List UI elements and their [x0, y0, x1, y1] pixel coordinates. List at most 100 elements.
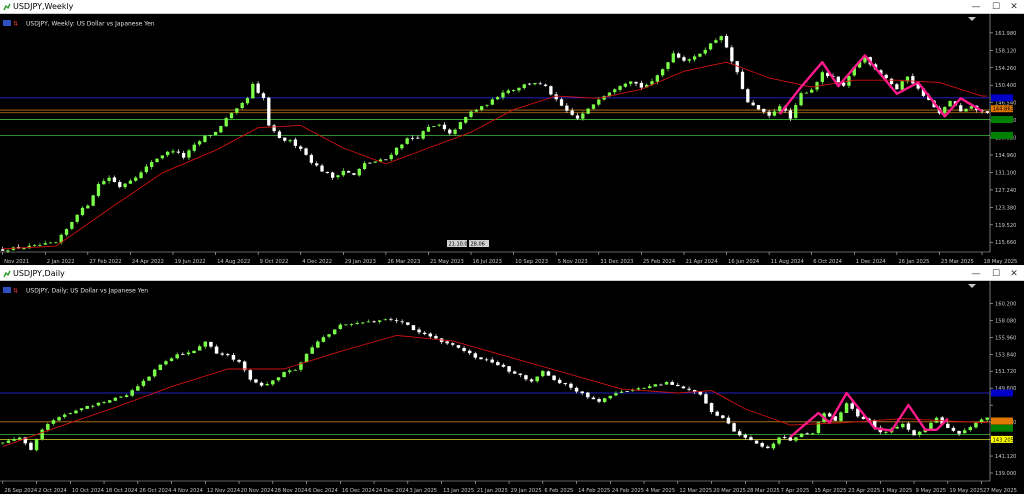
time-tick-label: 9 Oct 2022	[260, 259, 289, 265]
candle	[51, 419, 56, 426]
candle	[948, 100, 952, 107]
candle	[421, 130, 425, 140]
candle-body	[704, 394, 708, 404]
maximize-button[interactable]: ☐	[990, 268, 1002, 280]
candle	[150, 159, 154, 170]
candle-body	[152, 369, 157, 377]
candle	[355, 320, 359, 325]
candle	[917, 431, 922, 438]
candle-body	[756, 105, 761, 110]
candle	[406, 322, 410, 326]
candle-body	[676, 53, 681, 58]
candle-body	[445, 341, 449, 344]
candle	[124, 393, 129, 398]
candle-body	[687, 59, 691, 61]
candle-body	[799, 433, 804, 438]
candle-body	[48, 242, 53, 244]
candle-body	[147, 376, 151, 381]
candle-body	[522, 84, 526, 89]
time-tick-label: 1 Dec 2024	[856, 259, 887, 265]
price-tag-background	[991, 417, 1013, 425]
candle	[214, 344, 219, 354]
candle	[451, 342, 455, 347]
time-tick-label: 10 Oct 2024	[72, 488, 105, 494]
time-tick-label: 1 May 2025	[882, 488, 913, 494]
candle-body	[453, 129, 457, 134]
candle-body	[349, 324, 354, 326]
candle-body	[506, 90, 510, 94]
candle-body	[203, 135, 207, 142]
candle	[344, 324, 348, 326]
candle	[235, 108, 239, 115]
candle	[187, 148, 191, 161]
time-tick-label: 24 Feb 2025	[612, 488, 644, 494]
candle	[957, 430, 961, 436]
candle-body	[951, 427, 956, 431]
candle-body	[338, 324, 343, 329]
candle	[107, 399, 112, 403]
candle	[766, 445, 770, 449]
candle-body	[811, 433, 815, 435]
candle-body	[529, 379, 534, 382]
candle	[267, 96, 271, 127]
window-titlebar[interactable]: USDJPY,Daily — ☐ ✕	[0, 267, 1024, 281]
time-tick-label: 6 Feb 2025	[544, 488, 573, 494]
candle-body	[271, 380, 275, 385]
daily-chart-window[interactable]: USDJPY,Daily — ☐ ✕ USDJPY, Daily: US Dol…	[0, 267, 1024, 494]
candle	[226, 352, 230, 357]
candle-body	[581, 113, 585, 119]
candle-body	[171, 151, 175, 153]
time-tick-label: 16 Jun 2024	[728, 259, 760, 265]
candle-body	[136, 386, 140, 391]
candle-body	[746, 89, 750, 103]
candle	[439, 338, 444, 345]
candle	[799, 433, 804, 438]
candle	[541, 369, 545, 378]
price-tick-label: 139.000	[995, 471, 1016, 477]
time-tick-label: 3 Jan 2025	[409, 488, 437, 494]
daily-candlestick-chart[interactable]: USDJPY, Daily: US Dollar vs Japanese Yen…	[0, 281, 1024, 494]
maximize-button[interactable]: ☐	[990, 1, 1002, 13]
candle-body	[597, 99, 601, 105]
candle	[985, 417, 989, 422]
candle-body	[946, 423, 950, 428]
close-button[interactable]: ✕	[1008, 268, 1020, 280]
candle	[224, 116, 228, 128]
candle-body	[511, 90, 516, 91]
candle-body	[54, 242, 58, 244]
candle-body	[810, 89, 814, 93]
price-tag-label: 144.863	[993, 107, 1014, 113]
candle	[75, 214, 79, 224]
weekly-candlestick-chart[interactable]: USDJPY, Weekly: US Dollar vs Japanese Ye…	[0, 14, 1024, 265]
minimize-button[interactable]: —	[970, 268, 982, 280]
candle	[518, 373, 523, 378]
candle-body	[261, 93, 266, 98]
candle	[724, 33, 729, 49]
candle	[192, 350, 196, 354]
candle-body	[421, 131, 425, 139]
candle-body	[469, 111, 473, 117]
minimize-button[interactable]: —	[970, 1, 982, 13]
candle-body	[361, 322, 365, 324]
weekly-chart-window[interactable]: USDJPY,Weekly — ☐ ✕ USDJPY, Weekly: US D…	[0, 0, 1024, 265]
candle	[661, 68, 665, 78]
time-tick-label: 10 Sep 2023	[515, 259, 548, 265]
candle-body	[546, 371, 551, 376]
candle-body	[687, 388, 691, 390]
candle	[810, 87, 814, 94]
candle	[951, 426, 956, 433]
candle-body	[74, 410, 78, 414]
candle-body	[557, 379, 562, 384]
candle-body	[96, 402, 101, 406]
candle	[512, 370, 517, 375]
candle	[437, 123, 441, 127]
window-titlebar[interactable]: USDJPY,Weekly — ☐ ✕	[0, 0, 1024, 14]
close-button[interactable]: ✕	[1008, 1, 1020, 13]
candle	[529, 378, 534, 383]
time-tick-label: 18 Oct 2024	[106, 488, 139, 494]
candle-body	[751, 102, 755, 106]
candle-body	[169, 358, 174, 361]
candle	[299, 145, 303, 152]
candle	[428, 332, 433, 339]
candle-body	[40, 429, 44, 440]
